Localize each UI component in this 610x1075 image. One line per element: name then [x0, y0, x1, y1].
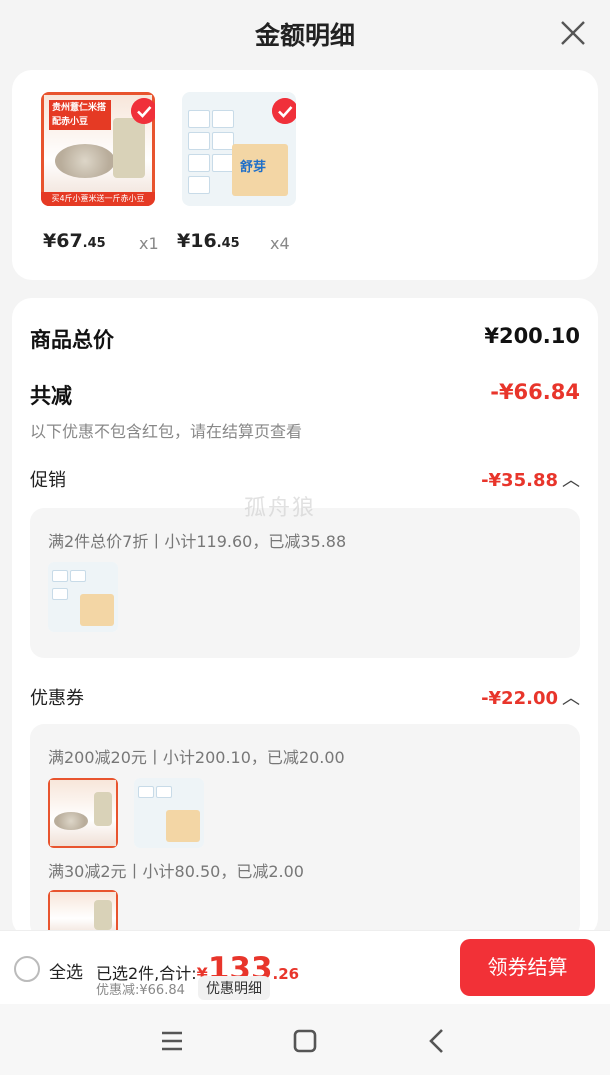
chevron-up-icon[interactable]: ︿: [562, 466, 580, 492]
rice-thumb-band: 买4斤小薏米送一斤赤小豆: [41, 192, 155, 206]
promotion-label: 促销: [30, 470, 66, 491]
total-reduce-row: 共减 -¥66.84: [30, 380, 580, 410]
price-detail-card: 商品总价 ¥200.10 共减 -¥66.84 以下优惠不包含红包，请在结算页查…: [12, 298, 598, 938]
product-qty-rice: x1: [139, 234, 159, 253]
tissue-thumb-logo: 舒芽: [240, 160, 267, 175]
total-reduce-value: -¥66.84: [490, 380, 580, 404]
coupon-row[interactable]: 优惠券 -¥22.00 ︿: [30, 684, 580, 710]
rice-thumb-tag: 贵州薏仁米搭配赤小豆: [49, 100, 111, 130]
system-nav-bar: [0, 1004, 610, 1075]
goods-total-label: 商品总价: [30, 328, 114, 352]
discount-amount: 优惠减:¥66.84: [96, 983, 185, 998]
checkout-button[interactable]: 领券结算: [460, 939, 595, 996]
coupon-value[interactable]: -¥22.00 ︿: [481, 684, 580, 710]
close-icon[interactable]: [558, 18, 588, 48]
selected-check-icon[interactable]: [131, 98, 155, 124]
coupon-detail-box: 满200减20元丨小计200.10，已减20.00 满30减2元丨小计80.50…: [30, 724, 580, 938]
select-all-label[interactable]: 全选: [49, 958, 83, 983]
product-price-tissue: ¥16.45: [177, 230, 240, 252]
promotion-value[interactable]: -¥35.88 ︿: [481, 466, 580, 492]
promotion-detail-box: 满2件总价7折丨小计119.60，已减35.88: [30, 508, 580, 658]
tissue-thumbnail: 舒芽: [182, 92, 296, 206]
menu-icon[interactable]: [155, 1024, 189, 1058]
goods-total-value: ¥200.10: [484, 324, 580, 348]
promotion-row[interactable]: 促销 -¥35.88 ︿: [30, 466, 580, 492]
coupon-rule-2: 满30减2元丨小计80.50，已减2.00: [48, 862, 304, 881]
goods-total-row: 商品总价 ¥200.10: [30, 324, 580, 354]
promotion-item-thumb-tissue[interactable]: [48, 562, 118, 632]
home-icon[interactable]: [288, 1024, 322, 1058]
modal-title: 金额明细: [254, 21, 355, 50]
coupon-item-thumb-tissue[interactable]: [134, 778, 204, 848]
watermark: 孤舟狼: [244, 496, 317, 521]
discount-detail-button[interactable]: 优惠明细: [198, 976, 270, 1000]
coupon-label: 优惠券: [30, 688, 84, 709]
select-all-radio[interactable]: [14, 956, 40, 982]
coupon-item-thumb-rice[interactable]: [48, 778, 118, 848]
total-reduce-label: 共减: [30, 384, 72, 408]
coupon-rule-1: 满200减20元丨小计200.10，已减20.00: [48, 748, 345, 767]
product-qty-tissue: x4: [270, 234, 290, 253]
back-icon[interactable]: [421, 1024, 455, 1058]
product-price-rice: ¥67.45: [43, 230, 106, 252]
modal-header: 金额明细: [0, 0, 610, 66]
promotion-rule: 满2件总价7折丨小计119.60，已减35.88: [48, 532, 347, 551]
selected-check-icon[interactable]: [272, 98, 296, 124]
rice-thumbnail: 贵州薏仁米搭配赤小豆 买4斤小薏米送一斤赤小豆: [41, 92, 155, 206]
selected-products-card: 贵州薏仁米搭配赤小豆 买4斤小薏米送一斤赤小豆 ¥67.45 x1 舒芽 ¥16…: [12, 70, 598, 280]
checkout-bar: 全选 已选2件,合计:¥133.26 优惠减:¥66.84 优惠明细 领券结算: [0, 930, 610, 1004]
reduce-note: 以下优惠不包含红包，请在结算页查看: [30, 422, 303, 441]
chevron-up-icon[interactable]: ︿: [562, 684, 580, 710]
